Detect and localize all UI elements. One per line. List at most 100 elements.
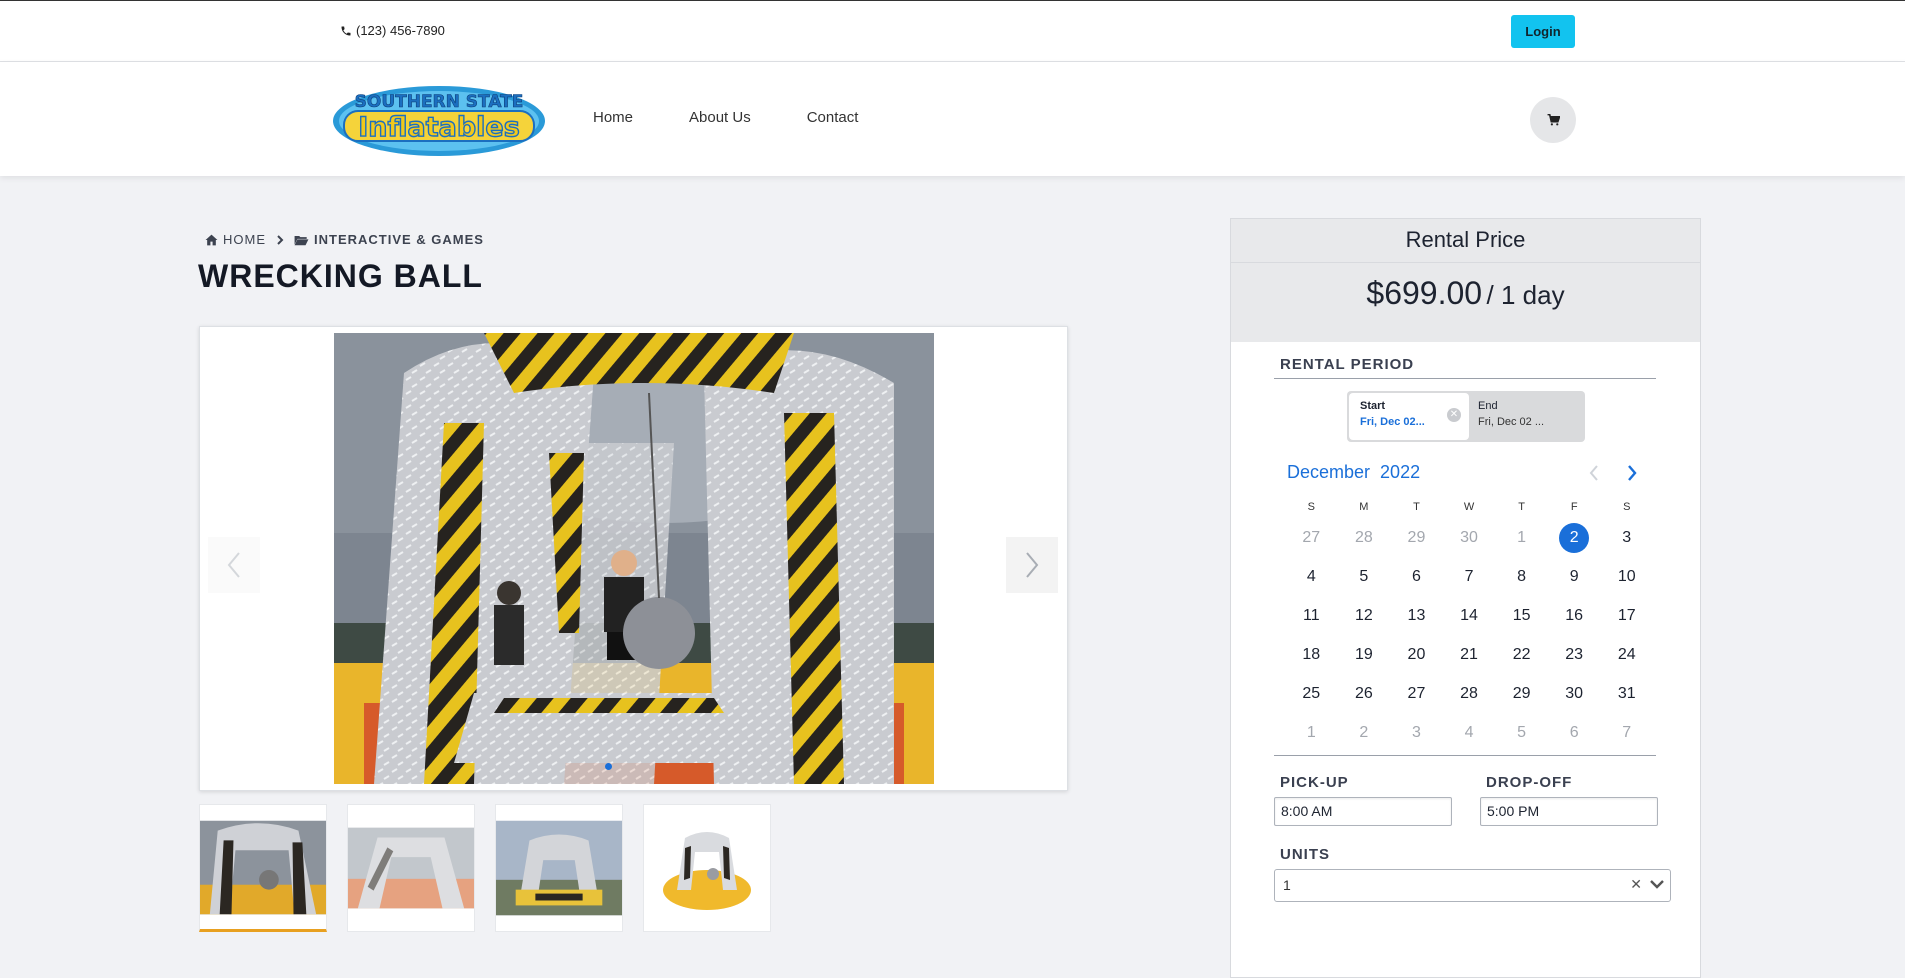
- calendar-day[interactable]: 10: [1600, 568, 1653, 586]
- calendar-day[interactable]: 27: [1390, 685, 1443, 703]
- product-photo: [334, 333, 934, 784]
- calendar-day[interactable]: 29: [1495, 685, 1548, 703]
- calendar-day[interactable]: 7: [1443, 568, 1496, 586]
- calendar-day[interactable]: 21: [1443, 646, 1496, 664]
- calendar-day-label: 16: [1565, 606, 1584, 624]
- folder-open-icon: [294, 235, 309, 245]
- calendar-day[interactable]: 29: [1390, 529, 1443, 547]
- units-select[interactable]: 1 ✕: [1274, 869, 1671, 902]
- chevron-left-icon: [227, 552, 240, 578]
- nav-home[interactable]: Home: [593, 109, 633, 126]
- calendar-day[interactable]: 15: [1495, 607, 1548, 625]
- calendar-day-label: 3: [1622, 528, 1632, 546]
- calendar-day[interactable]: 11: [1285, 607, 1338, 625]
- breadcrumb-category[interactable]: INTERACTIVE & GAMES: [294, 232, 484, 247]
- calendar-weekday-row: SMTWTFS: [1285, 496, 1653, 518]
- chevron-down-icon[interactable]: [1650, 880, 1664, 889]
- cart-button[interactable]: [1530, 97, 1576, 143]
- calendar-day[interactable]: 16: [1548, 607, 1601, 625]
- calendar-week-row: 25 26 27 28 29 30 31: [1285, 674, 1653, 713]
- range-end[interactable]: End Fri, Dec 02 ...: [1478, 400, 1544, 428]
- calendar-day[interactable]: 2: [1548, 522, 1601, 553]
- nav-about-us[interactable]: About Us: [689, 109, 751, 126]
- calendar-day[interactable]: 30: [1443, 529, 1496, 547]
- calendar-day-label: 24: [1617, 645, 1636, 663]
- login-button[interactable]: Login: [1511, 15, 1575, 48]
- calendar-prev-button[interactable]: [1589, 462, 1599, 488]
- thumbnail-3[interactable]: [495, 804, 623, 932]
- thumbnail-1[interactable]: [199, 804, 327, 932]
- calendar-day[interactable]: 7: [1600, 724, 1653, 742]
- calendar-day[interactable]: 6: [1548, 724, 1601, 742]
- calendar-day-label: 10: [1617, 567, 1636, 585]
- calendar-day[interactable]: 20: [1390, 646, 1443, 664]
- divider: [1274, 755, 1656, 756]
- calendar-day[interactable]: 26: [1338, 685, 1391, 703]
- calendar-day-label: 25: [1302, 684, 1321, 702]
- calendar-day[interactable]: 28: [1443, 685, 1496, 703]
- calendar-week-row: 11 12 13 14 15 16 17: [1285, 596, 1653, 635]
- price-period: / 1 day: [1486, 280, 1565, 310]
- calendar-day[interactable]: 14: [1443, 607, 1496, 625]
- calendar-day[interactable]: 25: [1285, 685, 1338, 703]
- date-range-picker[interactable]: Start Fri, Dec 02... ✕ End Fri, Dec 02 .…: [1347, 391, 1585, 442]
- thumbnail-2[interactable]: [347, 804, 475, 932]
- brand-logo[interactable]: SOUTHERN STATE Inflatables: [332, 79, 546, 157]
- calendar-day[interactable]: 3: [1600, 529, 1653, 547]
- calendar-day[interactable]: 5: [1495, 724, 1548, 742]
- calendar-day-label: 20: [1407, 645, 1426, 663]
- calendar-day[interactable]: 1: [1495, 529, 1548, 547]
- rental-period-label: RENTAL PERIOD: [1280, 356, 1415, 373]
- calendar-day[interactable]: 12: [1338, 607, 1391, 625]
- calendar-day-label: 31: [1617, 684, 1636, 702]
- range-start[interactable]: Start Fri, Dec 02... ✕: [1349, 393, 1469, 440]
- breadcrumb-home[interactable]: HOME: [205, 232, 266, 247]
- clear-selection-icon[interactable]: ✕: [1630, 876, 1642, 893]
- dropoff-time-input[interactable]: 5:00 PM: [1480, 797, 1658, 826]
- calendar-day[interactable]: 27: [1285, 529, 1338, 547]
- calendar-day[interactable]: 22: [1495, 646, 1548, 664]
- thumbnail-4[interactable]: [643, 804, 771, 932]
- calendar-day[interactable]: 24: [1600, 646, 1653, 664]
- breadcrumb-home-label: HOME: [223, 232, 266, 247]
- calendar-day[interactable]: 1: [1285, 724, 1338, 742]
- thumbnail-image: [200, 820, 326, 914]
- calendar-day[interactable]: 31: [1600, 685, 1653, 703]
- calendar-day-label: 7: [1622, 723, 1632, 741]
- nav-contact[interactable]: Contact: [807, 109, 859, 126]
- calendar-day[interactable]: 6: [1390, 568, 1443, 586]
- thumbnail-image: [348, 827, 474, 909]
- calendar-day[interactable]: 3: [1390, 724, 1443, 742]
- calendar-year[interactable]: 2022: [1380, 462, 1420, 482]
- calendar-day-label: 23: [1565, 645, 1584, 663]
- calendar-day-label: 9: [1569, 567, 1579, 585]
- calendar-day[interactable]: 18: [1285, 646, 1338, 664]
- phone-contact[interactable]: (123) 456-7890: [340, 23, 445, 38]
- calendar-day[interactable]: 9: [1548, 568, 1601, 586]
- calendar-day[interactable]: 13: [1390, 607, 1443, 625]
- calendar-day[interactable]: 19: [1338, 646, 1391, 664]
- units-label: UNITS: [1280, 846, 1330, 863]
- image-gallery: [199, 326, 1068, 791]
- calendar-day[interactable]: 5: [1338, 568, 1391, 586]
- calendar-day[interactable]: 30: [1548, 685, 1601, 703]
- range-end-value: Fri, Dec 02 ...: [1478, 416, 1545, 428]
- main-navbar: SOUTHERN STATE Inflatables Home About Us…: [0, 62, 1905, 176]
- calendar-day[interactable]: 4: [1443, 724, 1496, 742]
- calendar-day[interactable]: 2: [1338, 724, 1391, 742]
- calendar-day[interactable]: 17: [1600, 607, 1653, 625]
- calendar-next-button[interactable]: [1627, 462, 1637, 488]
- calendar-day[interactable]: 28: [1338, 529, 1391, 547]
- calendar-weekday: S: [1623, 501, 1631, 513]
- pickup-time-input[interactable]: 8:00 AM: [1274, 797, 1452, 826]
- calendar-day-label: 17: [1617, 606, 1636, 624]
- calendar-day[interactable]: 23: [1548, 646, 1601, 664]
- calendar-day-label: 30: [1460, 528, 1478, 546]
- clear-date-icon[interactable]: ✕: [1447, 408, 1461, 422]
- calendar-month[interactable]: December: [1287, 462, 1370, 482]
- calendar-day[interactable]: 8: [1495, 568, 1548, 586]
- gallery-dot[interactable]: [605, 763, 612, 770]
- gallery-next-button[interactable]: [1006, 537, 1058, 593]
- gallery-prev-button[interactable]: [208, 537, 260, 593]
- calendar-day[interactable]: 4: [1285, 568, 1338, 586]
